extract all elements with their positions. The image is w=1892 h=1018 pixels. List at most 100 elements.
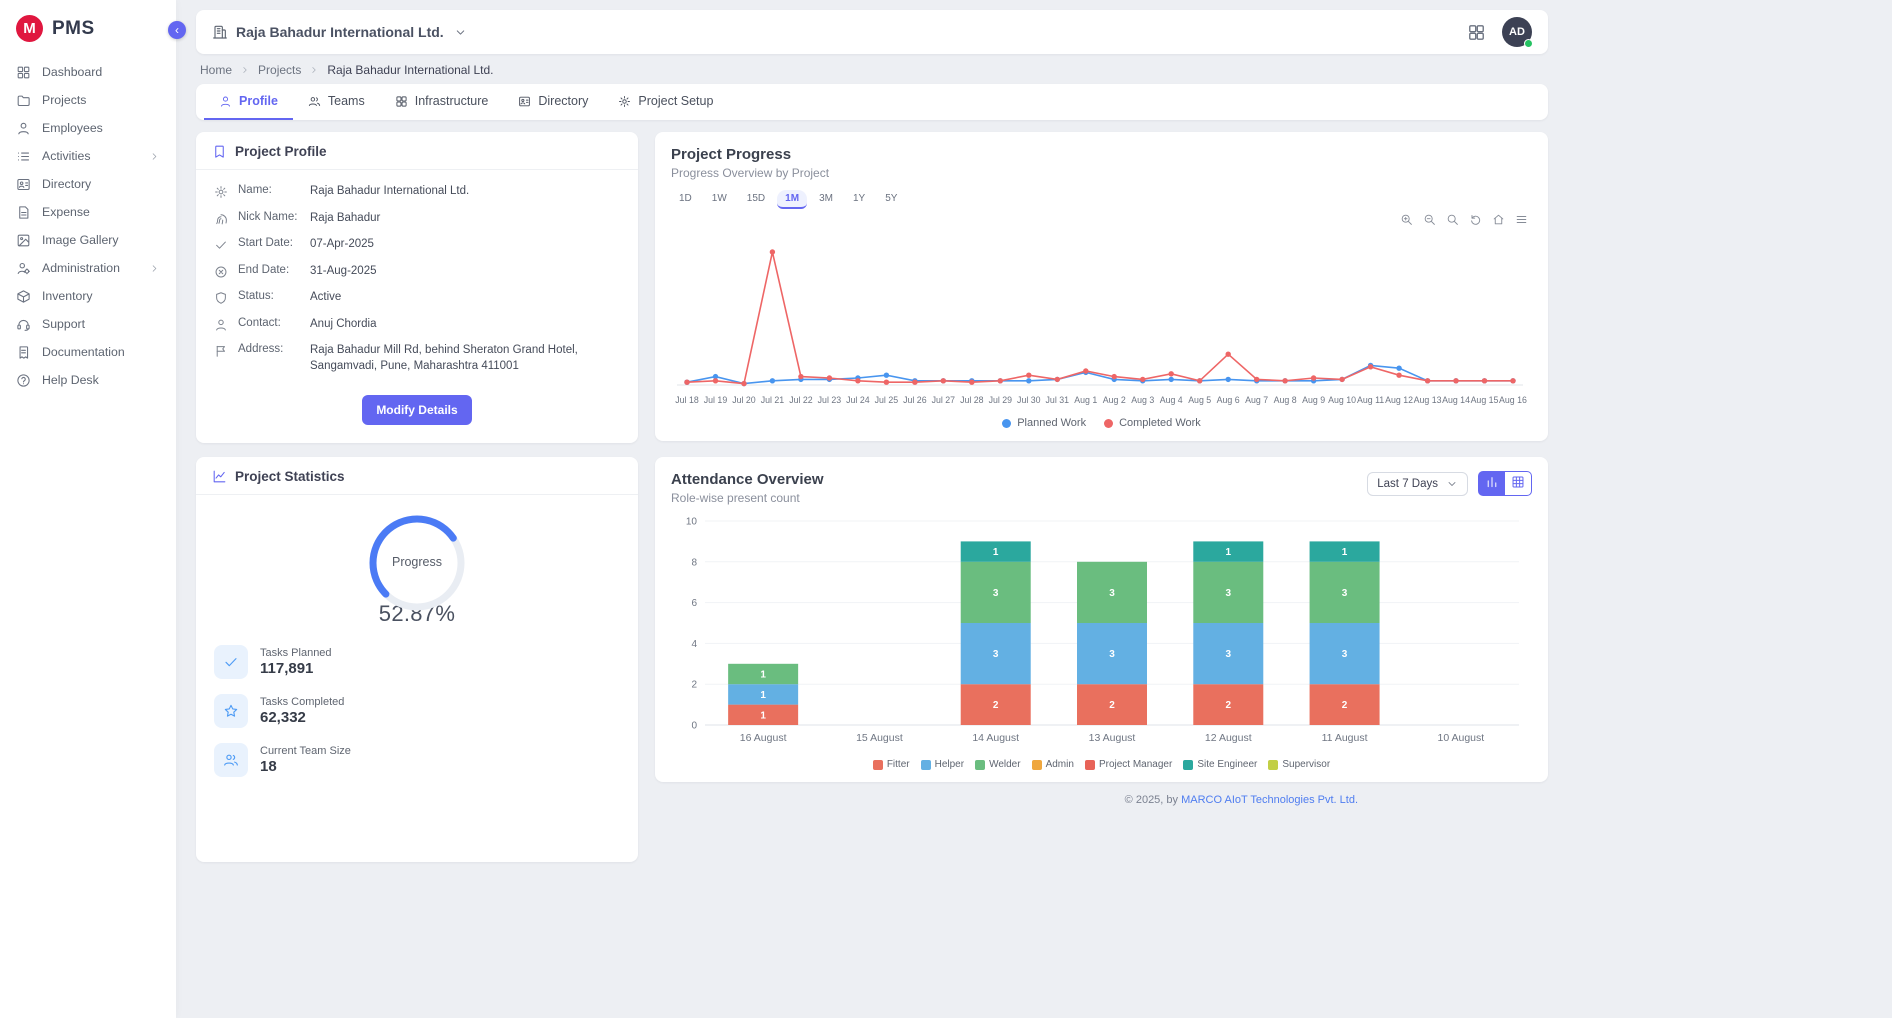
range-button-1d[interactable]: 1D: [671, 190, 700, 209]
legend-swatch: [1268, 760, 1278, 770]
stat-value: 18: [260, 758, 351, 775]
profile-field-name: Name:Raja Bahadur International Ltd.: [214, 184, 620, 200]
sidebar-item-administration[interactable]: Administration: [0, 254, 176, 282]
range-button-5y[interactable]: 5Y: [877, 190, 905, 209]
range-selector: 1D1W15D1M3M1Y5Y: [671, 190, 1532, 209]
sidebar-item-employees[interactable]: Employees: [0, 114, 176, 142]
svg-text:Jul 20: Jul 20: [732, 395, 756, 405]
legend-label: Helper: [935, 759, 964, 770]
sidebar-item-dashboard[interactable]: Dashboard: [0, 58, 176, 86]
progress-gauge: Progress 52.87%: [196, 495, 638, 627]
svg-text:3: 3: [993, 649, 999, 660]
svg-text:Jul 27: Jul 27: [932, 395, 956, 405]
app-logo[interactable]: M PMS: [0, 0, 176, 54]
svg-text:8: 8: [691, 557, 697, 568]
sidebar-item-support[interactable]: Support: [0, 310, 176, 338]
breadcrumb-separator-icon: [240, 65, 250, 75]
sidebar-item-image-gallery[interactable]: Image Gallery: [0, 226, 176, 254]
svg-text:1: 1: [760, 710, 766, 721]
legend-swatch: [1183, 760, 1193, 770]
progress-line-chart[interactable]: Jul 18Jul 19Jul 20Jul 21Jul 22Jul 23Jul …: [671, 231, 1527, 415]
sidebar-item-label: Image Gallery: [42, 233, 119, 247]
tab-project-setup[interactable]: Project Setup: [603, 84, 728, 120]
legend-label: Fitter: [887, 759, 910, 770]
sidebar-item-expense[interactable]: Expense: [0, 198, 176, 226]
person-icon: [219, 95, 232, 108]
sidebar-item-help-desk[interactable]: Help Desk: [0, 366, 176, 394]
field-label: Address:: [238, 343, 300, 355]
sidebar-item-documentation[interactable]: Documentation: [0, 338, 176, 366]
table-view-button[interactable]: [1505, 471, 1532, 496]
svg-text:Aug 9: Aug 9: [1302, 395, 1325, 405]
zoom-in-icon[interactable]: [1400, 213, 1413, 229]
date-range-select[interactable]: Last 7 Days: [1367, 472, 1468, 496]
attendance-bar-chart[interactable]: 024681016 August11115 August14 August233…: [671, 513, 1527, 757]
range-button-15d[interactable]: 15D: [739, 190, 773, 209]
legend-label: Planned Work: [1017, 417, 1086, 429]
svg-text:3: 3: [1226, 649, 1232, 660]
menu-icon[interactable]: [1515, 213, 1528, 229]
svg-text:1: 1: [1226, 547, 1232, 558]
tab-profile[interactable]: Profile: [204, 84, 293, 120]
topbar: Raja Bahadur International Ltd. AD: [196, 10, 1548, 54]
profile-field-nick-name: Nick Name:Raja Bahadur: [214, 211, 620, 227]
people-icon: [214, 743, 248, 777]
home-icon[interactable]: [1492, 213, 1505, 229]
svg-text:1: 1: [760, 690, 766, 701]
range-button-1m[interactable]: 1M: [777, 190, 807, 209]
magnifier-icon[interactable]: [1446, 213, 1459, 229]
legend-swatch: [921, 760, 931, 770]
legend-admin[interactable]: Admin: [1032, 759, 1074, 770]
svg-text:3: 3: [1342, 588, 1348, 599]
sidebar-collapse-button[interactable]: ‹: [168, 21, 186, 39]
svg-text:Jul 29: Jul 29: [989, 395, 1013, 405]
legend-planned-work[interactable]: Planned Work: [1002, 417, 1086, 429]
sidebar-item-activities[interactable]: Activities: [0, 142, 176, 170]
svg-text:2: 2: [1109, 700, 1115, 711]
legend-label: Project Manager: [1099, 759, 1172, 770]
stat-label: Current Team Size: [260, 745, 351, 757]
legend-site-engineer[interactable]: Site Engineer: [1183, 759, 1257, 770]
tab-teams[interactable]: Teams: [293, 84, 380, 120]
logo-text: PMS: [52, 18, 95, 40]
svg-text:3: 3: [993, 588, 999, 599]
apps-grid-icon[interactable]: [1467, 23, 1486, 42]
building-icon: [212, 24, 228, 40]
sidebar-item-directory[interactable]: Directory: [0, 170, 176, 198]
legend-completed-work[interactable]: Completed Work: [1104, 417, 1201, 429]
company-selector[interactable]: Raja Bahadur International Ltd.: [212, 24, 467, 40]
footer-link[interactable]: MARCO AIoT Technologies Pvt. Ltd.: [1181, 794, 1358, 806]
avatar[interactable]: AD: [1502, 17, 1532, 47]
gear-icon: [214, 185, 228, 199]
field-value: Active: [310, 290, 620, 306]
legend-project-manager[interactable]: Project Manager: [1085, 759, 1172, 770]
breadcrumb-link-home[interactable]: Home: [200, 63, 232, 77]
svg-text:Aug 3: Aug 3: [1131, 395, 1154, 405]
tab-directory[interactable]: Directory: [503, 84, 603, 120]
restore-icon[interactable]: [1469, 213, 1482, 229]
people-icon: [308, 95, 321, 108]
sidebar-item-inventory[interactable]: Inventory: [0, 282, 176, 310]
range-button-1w[interactable]: 1W: [704, 190, 735, 209]
svg-text:2: 2: [691, 680, 697, 691]
legend-fitter[interactable]: Fitter: [873, 759, 910, 770]
bar-view-button[interactable]: [1478, 471, 1505, 496]
sidebar-item-projects[interactable]: Projects: [0, 86, 176, 114]
breadcrumb-link-projects[interactable]: Projects: [258, 63, 301, 77]
legend-supervisor[interactable]: Supervisor: [1268, 759, 1330, 770]
field-value: Anuj Chordia: [310, 317, 620, 333]
breadcrumb-separator-icon: [309, 65, 319, 75]
legend-helper[interactable]: Helper: [921, 759, 964, 770]
range-button-1y[interactable]: 1Y: [845, 190, 873, 209]
legend-label: Welder: [989, 759, 1021, 770]
sidebar-item-label: Expense: [42, 205, 90, 219]
zoom-out-icon[interactable]: [1423, 213, 1436, 229]
modify-details-button[interactable]: Modify Details: [362, 395, 471, 425]
range-button-3m[interactable]: 3M: [811, 190, 841, 209]
attendance-overview-card: Attendance Overview Role-wise present co…: [655, 457, 1548, 782]
apps-icon: [395, 95, 408, 108]
chart-line-icon: [212, 469, 227, 484]
tab-infrastructure[interactable]: Infrastructure: [380, 84, 504, 120]
legend-welder[interactable]: Welder: [975, 759, 1021, 770]
svg-text:11 August: 11 August: [1322, 732, 1368, 744]
